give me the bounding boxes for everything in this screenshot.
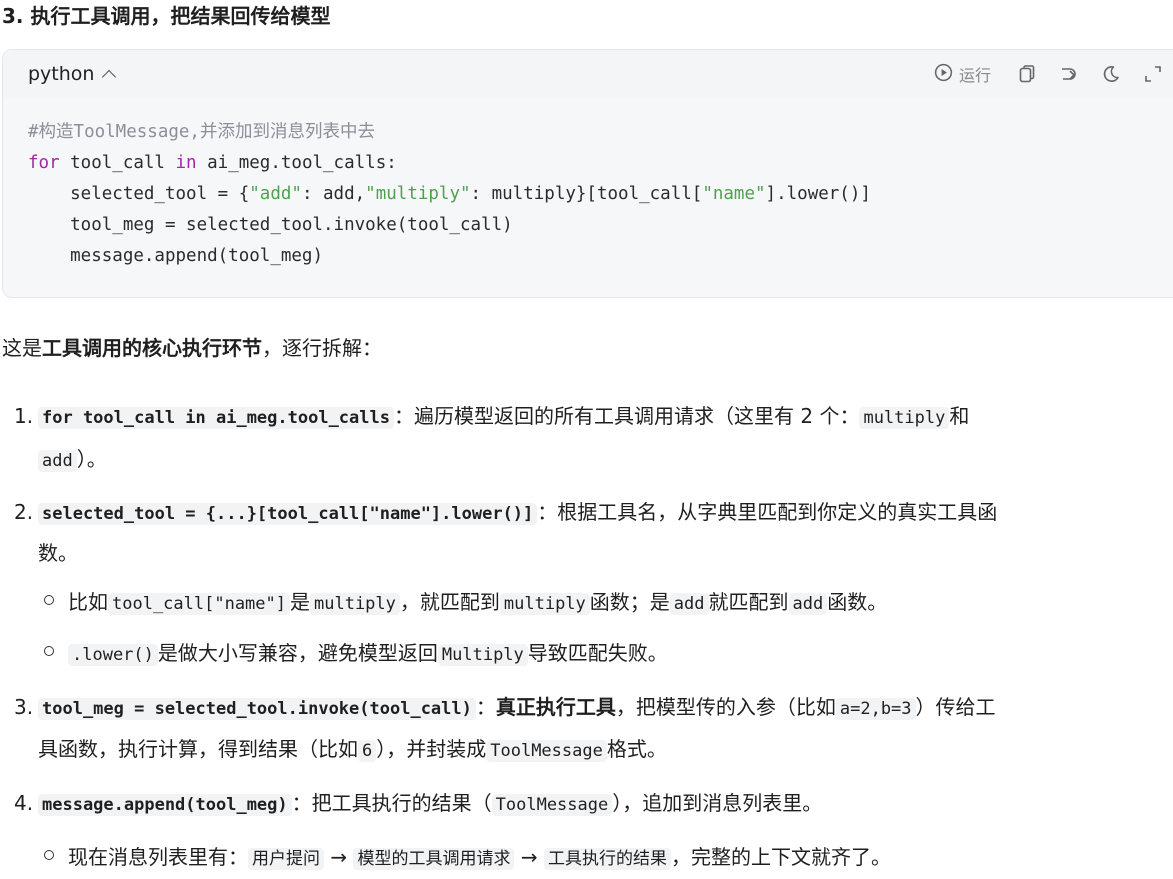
list-text: ），并封装成 — [376, 737, 487, 761]
intro-paragraph: 这是工具调用的核心执行环节，逐行拆解： — [2, 334, 382, 362]
inline-code: for tool_call in ai_meg.tool_calls — [38, 407, 394, 429]
code-content[interactable]: #构造ToolMessage,并添加到消息列表中去 for tool_call … — [3, 98, 1173, 272]
list-text: 是做大小写兼容，避免模型返回 — [157, 641, 438, 665]
list-number: 3. — [14, 695, 34, 719]
inline-code: selected_tool = {...}[tool_call["name"].… — [38, 503, 538, 525]
code-text: message.append(tool_meg) — [28, 246, 324, 266]
code-header: python 运行 — [3, 50, 1173, 98]
inline-code: .lower() — [68, 644, 158, 666]
list-text: 格式。 — [606, 737, 667, 761]
list-number: 1. — [14, 404, 34, 428]
inline-code: add — [38, 450, 77, 472]
list-text: ： — [475, 695, 496, 719]
code-comment: #构造ToolMessage,并添加到消息列表中去 — [28, 122, 375, 142]
inline-code: a=2,b=3 — [835, 698, 916, 720]
list-text: 函数。 — [827, 590, 888, 614]
sub-list-item: 现在消息列表里有： 用户提问 → 模型的工具调用请求 → 工具执行的结果 ，完整的上… — [68, 843, 891, 873]
list-text: 函数；是 — [589, 590, 670, 614]
intro-bold: 工具调用的核心执行环节 — [42, 336, 262, 360]
inline-code: ToolMessage — [491, 794, 613, 816]
intro-text: ，逐行拆解： — [262, 336, 382, 360]
list-text: 具函数，执行计算，得到结果（比如 — [38, 737, 358, 761]
bullet-circle-icon — [44, 850, 54, 860]
inline-code: tool_call["name"] — [108, 593, 290, 615]
code-text: tool_call — [59, 153, 176, 173]
code-string: "multiply" — [365, 184, 471, 204]
list-text: 是 — [290, 590, 310, 614]
list-text: ，就匹配到 — [399, 590, 500, 614]
inline-code: 6 — [358, 740, 377, 762]
intro-text: 这是 — [2, 336, 42, 360]
list-item: selected_tool = {...}[tool_call["name"].… — [38, 498, 997, 528]
list-number: 4. — [14, 791, 34, 815]
inline-code: multiply — [859, 407, 950, 429]
expand-icon[interactable] — [1143, 64, 1163, 84]
list-text: ）传给工 — [915, 695, 996, 719]
code-text: ].lower()] — [765, 184, 871, 204]
language-label: python — [28, 63, 95, 85]
chevron-up-icon — [102, 69, 117, 85]
code-text: tool_meg = selected_tool.invoke(tool_cal… — [28, 215, 513, 235]
code-string: "add" — [249, 184, 302, 204]
code-text: : multiply}[tool_call[ — [470, 184, 703, 204]
arrow-right-icon: → — [330, 845, 348, 869]
inline-code: message.append(tool_meg) — [38, 794, 292, 816]
list-text: 就匹配到 — [708, 590, 789, 614]
list-text: ，把模型传的入参（比如 — [615, 695, 836, 719]
code-text: selected_tool = { — [28, 184, 250, 204]
theme-moon-icon[interactable] — [1101, 64, 1121, 84]
inline-code: 工具执行的结果 — [543, 848, 671, 870]
code-keyword-in: in — [175, 153, 197, 173]
list-item-continued: add）。 — [38, 445, 107, 475]
list-text: ，完整的上下文就齐了。 — [670, 845, 891, 869]
bullet-circle-icon — [44, 595, 54, 605]
inline-code: 模型的工具调用请求 — [353, 848, 515, 870]
inline-code: multiply — [499, 593, 590, 615]
code-toolbar: 运行 — [934, 62, 1163, 86]
list-item: tool_meg = selected_tool.invoke(tool_cal… — [38, 693, 996, 723]
sub-list-item: 比如 tool_call["name"] 是 multiply ，就匹配到 multipl… — [68, 588, 887, 618]
list-bold-text: 真正执行工具 — [495, 695, 616, 719]
list-text: ：根据工具名，从字典里匹配到你定义的真实工具函 — [537, 500, 998, 524]
sub-list-item: .lower() 是做大小写兼容，避免模型返回 Multiply 导致匹配失败。 — [68, 639, 668, 669]
inline-code: Multiply — [437, 644, 528, 666]
section-title: 3. 执行工具调用，把结果回传给模型 — [2, 4, 331, 28]
list-text: ：把工具执行的结果（ — [291, 791, 492, 815]
list-text: 和 — [949, 404, 970, 428]
inline-code: tool_meg = selected_tool.invoke(tool_cal… — [38, 698, 476, 720]
list-number: 2. — [14, 500, 34, 524]
list-item: message.append(tool_meg) ：把工具执行的结果（ ToolMe… — [38, 789, 822, 819]
inline-code: multiply — [310, 593, 400, 615]
arrow-right-icon: → — [520, 845, 538, 869]
code-block: python 运行 #构造ToolMessage,并添加到消息列表中去 for … — [2, 49, 1173, 298]
inline-code: add — [788, 593, 828, 615]
play-icon — [934, 63, 953, 86]
list-text: ），追加到消息列表里。 — [612, 791, 823, 815]
list-text: 导致匹配失败。 — [527, 641, 668, 665]
list-text: 数。 — [38, 541, 78, 565]
bullet-circle-icon — [44, 646, 54, 656]
inline-code: 用户提问 — [248, 848, 324, 870]
code-keyword-for: for — [28, 153, 60, 173]
list-item-continued: 具函数，执行计算，得到结果（比如 6 ），并封装成 ToolMessage 格式。 — [38, 735, 667, 765]
list-item: for tool_call in ai_meg.tool_calls ：遍历模型返… — [38, 402, 969, 432]
code-text: ai_meg.tool_calls: — [196, 153, 397, 173]
list-text: 现在消息列表里有： — [68, 845, 248, 869]
code-string: "name" — [702, 184, 766, 204]
list-item-continued: 数。 — [38, 539, 78, 567]
inline-code: ToolMessage — [486, 740, 607, 762]
list-text: ：遍历模型返回的所有工具调用请求（这里有 2 个： — [394, 404, 860, 428]
list-text: ）。 — [76, 447, 107, 471]
copy-icon[interactable] — [1017, 64, 1037, 84]
code-text: : add, — [301, 184, 366, 204]
run-label: 运行 — [958, 66, 991, 85]
inline-code: add — [669, 593, 709, 615]
wrap-icon[interactable] — [1059, 64, 1079, 84]
list-text: 比如 — [68, 590, 108, 614]
language-toggle[interactable]: python — [28, 62, 117, 86]
run-button[interactable]: 运行 — [934, 62, 991, 86]
